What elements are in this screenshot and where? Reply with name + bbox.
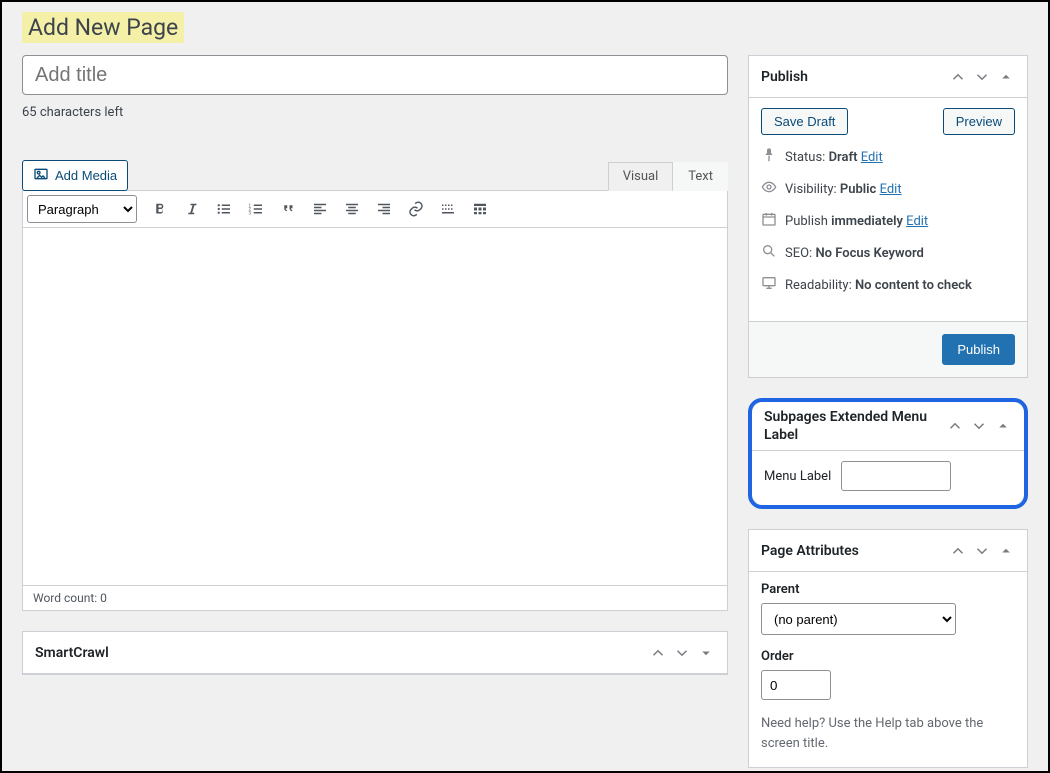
chevron-up-icon[interactable] [949,68,967,86]
svg-text:3: 3 [249,210,252,216]
search-icon [761,243,777,263]
parent-select[interactable]: (no parent) [761,603,956,635]
visibility-label: Visibility: [785,182,837,197]
edit-status-link[interactable]: Edit [861,150,883,165]
attributes-help: Need help? Use the Help tab above the sc… [761,714,1015,753]
chars-remaining: 65 characters left [22,105,728,120]
caret-up-icon[interactable] [997,68,1015,86]
title-input[interactable] [22,55,728,95]
tab-text[interactable]: Text [673,162,728,191]
bullet-list-button[interactable] [209,195,239,223]
publish-time-label: Publish [785,214,828,229]
edit-publish-link[interactable]: Edit [906,214,928,229]
subpages-highlight: Subpages Extended Menu Label Menu Label [748,398,1028,509]
editor-content-area[interactable] [22,228,728,586]
edit-visibility-link[interactable]: Edit [880,182,902,197]
word-count: Word count: 0 [22,586,728,611]
publish-title: Publish [761,69,808,85]
monitor-icon [761,275,777,295]
align-center-button[interactable] [337,195,367,223]
menu-label-text: Menu Label [764,469,831,484]
blockquote-button[interactable] [273,195,303,223]
publish-time-value: immediately [831,214,903,229]
chevron-down-icon[interactable] [973,542,991,560]
align-right-button[interactable] [369,195,399,223]
visibility-value: Public [840,182,876,197]
tab-visual[interactable]: Visual [608,162,674,191]
chevron-down-icon[interactable] [673,644,691,662]
toolbar-toggle-button[interactable] [465,195,495,223]
caret-up-icon[interactable] [994,417,1012,435]
chevron-up-icon[interactable] [946,417,964,435]
italic-button[interactable] [177,195,207,223]
calendar-icon [761,211,777,231]
subpages-title: Subpages Extended Menu Label [764,402,946,450]
chevron-down-icon[interactable] [970,417,988,435]
caret-down-icon[interactable] [697,644,715,662]
smartcrawl-title: SmartCrawl [35,645,109,661]
more-button[interactable] [433,195,463,223]
save-draft-button[interactable]: Save Draft [761,108,848,135]
caret-up-icon[interactable] [997,542,1015,560]
publish-button[interactable]: Publish [942,334,1015,365]
format-select[interactable]: Paragraph [27,195,137,223]
numbered-list-button[interactable]: 123 [241,195,271,223]
chevron-up-icon[interactable] [649,644,667,662]
add-media-label: Add Media [55,168,117,183]
editor-toolbar: Paragraph 123 [22,190,728,228]
status-label: Status: [785,150,825,165]
order-input[interactable] [761,670,831,700]
eye-icon [761,179,777,199]
status-value: Draft [829,150,858,165]
attributes-title: Page Attributes [761,543,859,559]
page-heading: Add New Page [22,12,184,43]
chevron-down-icon[interactable] [973,68,991,86]
pin-icon [761,147,777,167]
readability-value: No content to check [855,278,972,293]
link-button[interactable] [401,195,431,223]
preview-button[interactable]: Preview [943,108,1015,135]
menu-label-input[interactable] [841,461,951,491]
align-left-button[interactable] [305,195,335,223]
media-icon [33,166,49,185]
add-media-button[interactable]: Add Media [22,160,128,191]
bold-button[interactable] [145,195,175,223]
seo-value: No Focus Keyword [815,246,923,261]
parent-label: Parent [761,582,1015,597]
seo-label: SEO: [785,246,812,261]
readability-label: Readability: [785,278,852,293]
chevron-up-icon[interactable] [949,542,967,560]
order-label: Order [761,649,1015,664]
